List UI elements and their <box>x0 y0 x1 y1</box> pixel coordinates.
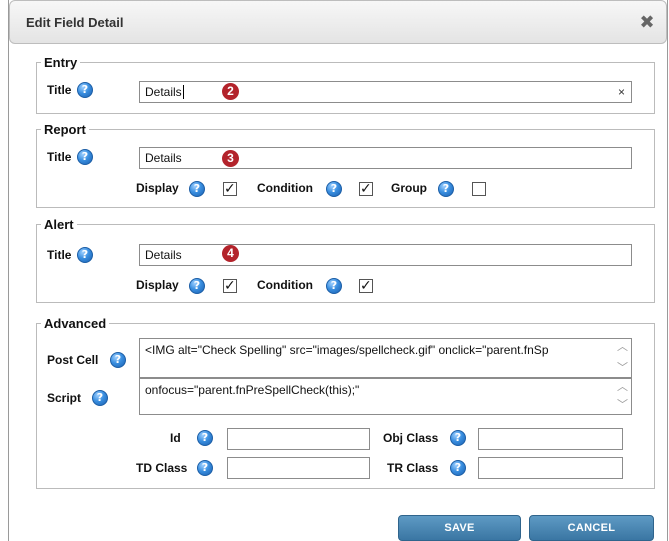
alert-title-value: Details <box>145 248 182 262</box>
script-value: onfocus="parent.fnPreSpellCheck(this);" <box>145 383 360 397</box>
id-input[interactable] <box>227 428 370 450</box>
close-icon[interactable]: ✖ <box>638 13 656 31</box>
callout-marker-2: 2 <box>222 83 239 100</box>
report-legend: Report <box>44 122 86 137</box>
scroll-up-icon[interactable]: ︿ <box>614 339 631 356</box>
report-group-checkbox[interactable] <box>472 182 486 196</box>
dialog-title: Edit Field Detail <box>26 15 124 30</box>
check-icon: ✓ <box>224 277 236 293</box>
post-cell-label: Post Cell <box>47 353 99 367</box>
post-cell-help-icon[interactable]: ? <box>110 352 126 368</box>
post-cell-value: <IMG alt="Check Spelling" src="images/sp… <box>145 343 549 357</box>
obj-class-label: Obj Class <box>383 431 439 445</box>
td-class-help-icon[interactable]: ? <box>197 460 213 476</box>
alert-legend: Alert <box>44 217 74 232</box>
check-icon: ✓ <box>360 180 372 196</box>
alert-display-label: Display <box>136 278 179 292</box>
alert-condition-help-icon[interactable]: ? <box>326 278 342 294</box>
report-display-label: Display <box>136 181 179 195</box>
script-help-icon[interactable]: ? <box>92 390 108 406</box>
callout-marker-4: 4 <box>222 245 239 262</box>
dialog-titlebar: Edit Field Detail ✖ <box>9 0 667 44</box>
report-condition-checkbox[interactable]: ✓ <box>359 180 373 196</box>
callout-marker-3: 3 <box>222 150 239 167</box>
alert-title-input[interactable]: Details <box>139 244 632 266</box>
report-title-help-icon[interactable]: ? <box>77 149 93 165</box>
report-display-checkbox[interactable]: ✓ <box>223 180 237 196</box>
script-scrollbar[interactable]: ︿ ﹀ <box>614 379 631 414</box>
report-group-label: Group <box>391 181 427 195</box>
check-icon: ✓ <box>360 277 372 293</box>
report-display-help-icon[interactable]: ? <box>189 181 205 197</box>
scroll-up-icon[interactable]: ︿ <box>614 379 631 396</box>
text-cursor <box>182 85 184 99</box>
report-title-input[interactable]: Details <box>139 147 632 169</box>
entry-title-label: Title <box>47 83 72 97</box>
edit-field-detail-dialog: Edit Field Detail ✖ Entry Title ? Detail… <box>8 0 668 541</box>
check-icon: ✓ <box>224 180 236 196</box>
scroll-down-icon[interactable]: ﹀ <box>614 397 631 414</box>
script-textarea[interactable]: onfocus="parent.fnPreSpellCheck(this);" … <box>139 378 632 415</box>
id-help-icon[interactable]: ? <box>197 430 213 446</box>
report-condition-label: Condition <box>257 181 313 195</box>
report-condition-help-icon[interactable]: ? <box>326 181 342 197</box>
tr-class-help-icon[interactable]: ? <box>450 460 466 476</box>
tr-class-label: TR Class <box>387 461 439 475</box>
alert-title-label: Title <box>47 248 72 262</box>
td-class-input[interactable] <box>227 457 370 479</box>
alert-display-help-icon[interactable]: ? <box>189 278 205 294</box>
id-label: Id <box>170 431 181 445</box>
post-cell-textarea[interactable]: <IMG alt="Check Spelling" src="images/sp… <box>139 338 632 378</box>
entry-title-help-icon[interactable]: ? <box>77 82 93 98</box>
alert-display-checkbox[interactable]: ✓ <box>223 277 237 293</box>
obj-class-input[interactable] <box>478 428 623 450</box>
report-group-help-icon[interactable]: ? <box>438 181 454 197</box>
entry-legend: Entry <box>44 55 78 70</box>
entry-title-input[interactable]: Details × <box>139 81 632 103</box>
cancel-button[interactable]: CANCEL <box>529 515 654 541</box>
clear-input-icon[interactable]: × <box>618 85 625 99</box>
script-label: Script <box>47 391 82 405</box>
entry-title-value: Details <box>145 85 182 99</box>
alert-condition-checkbox[interactable]: ✓ <box>359 277 373 293</box>
report-title-value: Details <box>145 151 182 165</box>
obj-class-help-icon[interactable]: ? <box>450 430 466 446</box>
report-title-label: Title <box>47 150 72 164</box>
alert-condition-label: Condition <box>257 278 313 292</box>
scroll-down-icon[interactable]: ﹀ <box>614 360 631 377</box>
alert-title-help-icon[interactable]: ? <box>77 247 93 263</box>
td-class-label: TD Class <box>136 461 188 475</box>
advanced-legend: Advanced <box>44 316 107 331</box>
post-cell-scrollbar[interactable]: ︿ ﹀ <box>614 339 631 377</box>
save-button[interactable]: SAVE <box>398 515 521 541</box>
tr-class-input[interactable] <box>478 457 623 479</box>
